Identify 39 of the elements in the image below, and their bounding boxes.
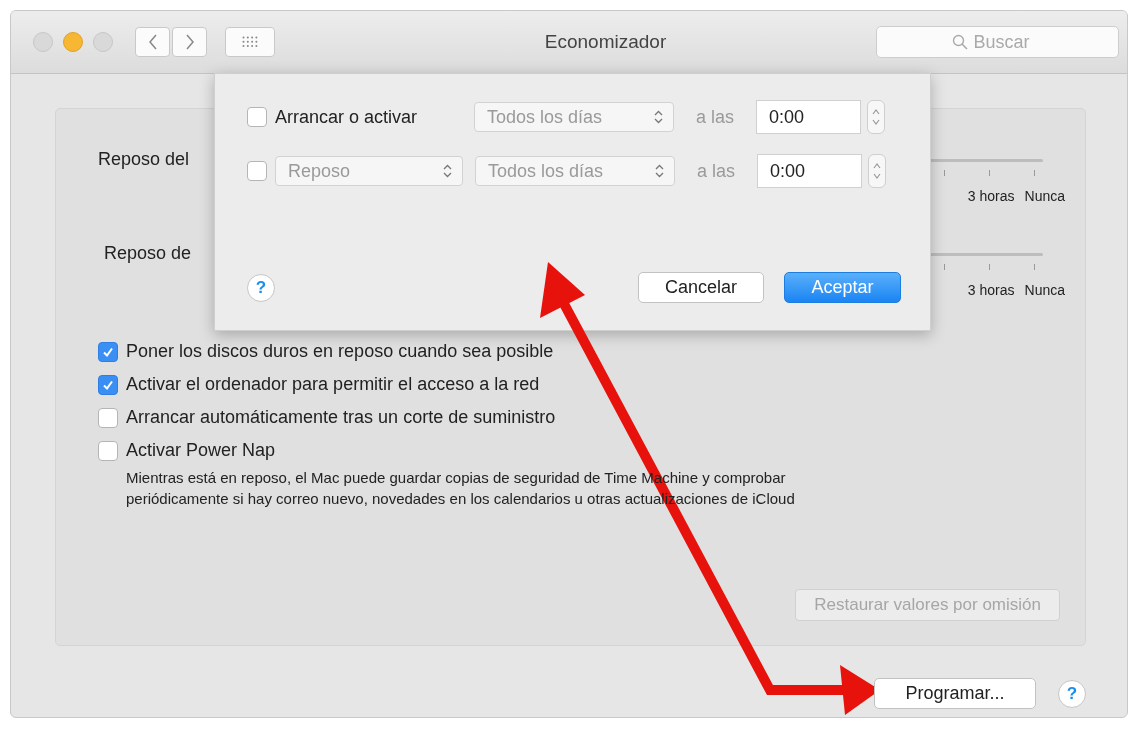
at-label: a las (697, 160, 736, 182)
tick-label: Nunca (1024, 282, 1065, 298)
grid-icon (242, 36, 258, 48)
checkbox[interactable] (98, 440, 118, 461)
updown-arrows-icon (443, 164, 452, 178)
slider-label: Reposo del (98, 149, 190, 171)
checkbox-label[interactable]: Activar Power Nap (126, 440, 276, 461)
time-stepper[interactable] (867, 100, 886, 134)
schedule-button[interactable]: Programar... (874, 678, 1036, 709)
checkbox-label[interactable]: Arrancar automáticamente tras un corte de suministro (126, 407, 556, 428)
zoom-button[interactable] (93, 32, 113, 52)
tick-label: 3 horas (967, 188, 1015, 204)
updown-arrows-icon (654, 110, 663, 124)
action-label: Arrancar o activar (275, 106, 419, 128)
checkbox[interactable] (247, 107, 267, 127)
updown-arrows-icon (655, 164, 664, 178)
back-button[interactable] (135, 27, 170, 57)
minimize-button[interactable] (63, 32, 83, 52)
checkbox[interactable] (98, 341, 118, 362)
checkbox-label[interactable]: Activar el ordenador para permitir el acceso a la red (126, 374, 540, 395)
cancel-button[interactable]: Cancelar (638, 272, 764, 303)
time-field[interactable]: 0:00 (756, 100, 862, 134)
checkbox[interactable] (98, 407, 118, 428)
time-field[interactable]: 0:00 (757, 154, 863, 188)
search-icon (951, 34, 968, 50)
slider-label: Reposo de (103, 243, 192, 265)
tick-label: Nunca (1024, 188, 1065, 204)
grid-button[interactable] (225, 27, 275, 57)
checkbox-label[interactable]: Poner los discos duros en reposo cuando sea posible (126, 341, 554, 362)
close-button[interactable] (33, 32, 53, 52)
chevron-left-icon (147, 34, 158, 50)
chevron-right-icon (184, 34, 195, 50)
checkbox[interactable] (98, 374, 118, 395)
at-label: a las (696, 106, 735, 128)
tick-label: 3 horas (967, 282, 1015, 298)
forward-button[interactable] (172, 27, 207, 57)
checkbox[interactable] (247, 161, 267, 181)
window-title: Economizador (543, 31, 668, 53)
time-stepper[interactable] (868, 154, 887, 188)
